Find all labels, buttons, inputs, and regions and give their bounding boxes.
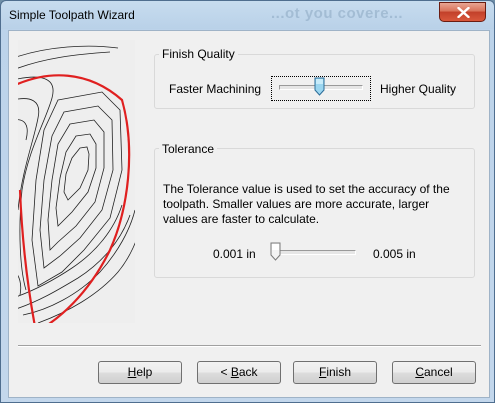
wizard-window: Simple Toolpath Wizard ...ot you covere.…	[0, 0, 495, 403]
toolpath-preview-image	[18, 40, 135, 323]
cancel-button[interactable]: Cancel	[392, 361, 476, 384]
close-button[interactable]	[439, 2, 486, 22]
cancel-button-mnemonic: C	[415, 365, 424, 379]
finish-button[interactable]: Finish	[293, 361, 377, 384]
back-button-rest: ack	[238, 365, 258, 379]
cancel-button-rest: ancel	[423, 365, 453, 379]
tolerance-label: Tolerance	[159, 142, 218, 156]
background-window-text: ...ot you covere...	[271, 5, 404, 22]
help-button[interactable]: Help	[98, 361, 182, 384]
window-title: Simple Toolpath Wizard	[9, 8, 135, 22]
finish-quality-label: Finish Quality	[159, 47, 238, 61]
tolerance-slider-thumb[interactable]	[270, 242, 281, 264]
back-button-mnemonic: B	[230, 365, 239, 379]
close-x-icon	[457, 7, 470, 18]
higher-quality-label: Higher Quality	[380, 82, 457, 96]
help-button-rest: elp	[136, 365, 153, 379]
toolpath-offset-preview-icon	[18, 45, 135, 323]
tolerance-max-label: 0.005 in	[373, 247, 416, 261]
back-button[interactable]: < Back	[197, 361, 281, 384]
dialog-client-area: Finish Quality Faster Machining Higher Q…	[8, 30, 490, 398]
button-separator	[18, 345, 481, 347]
tolerance-min-label: 0.001 in	[213, 247, 256, 261]
finish-quality-slider-thumb[interactable]	[314, 77, 325, 99]
finish-button-rest: inish	[326, 365, 352, 379]
tolerance-slider-track[interactable]	[272, 250, 356, 255]
back-button-prefix: <	[220, 365, 231, 379]
faster-machining-label: Faster Machining	[169, 82, 262, 96]
tolerance-description: The Tolerance value is used to set the a…	[163, 182, 450, 226]
